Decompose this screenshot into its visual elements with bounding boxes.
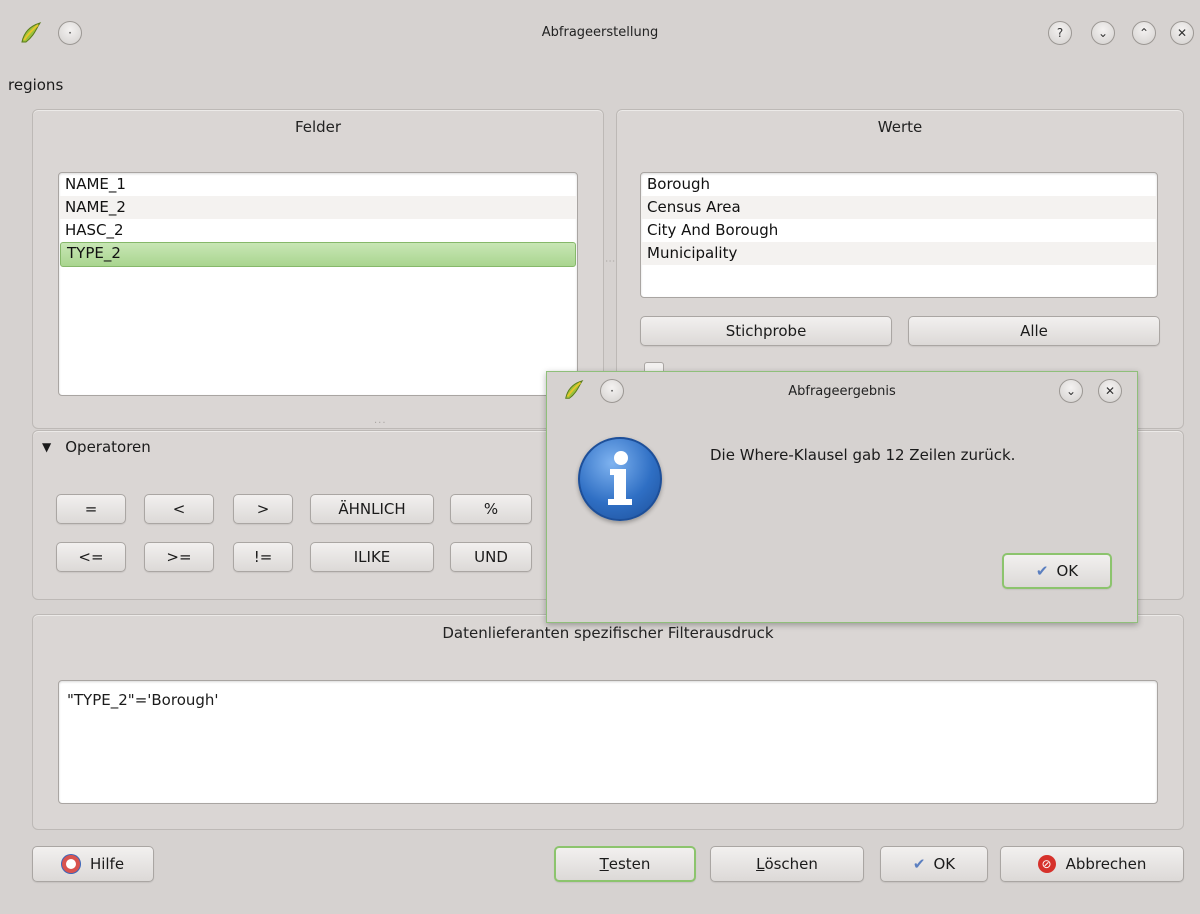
cancel-icon: ⊘	[1037, 855, 1056, 873]
list-item[interactable]: NAME_1	[59, 173, 577, 196]
list-item[interactable]: Borough	[641, 173, 1157, 196]
operator-percent-button[interactable]: %	[450, 494, 532, 524]
dialog-close-button[interactable]: ✕	[1098, 379, 1122, 403]
ok-label: OK	[933, 855, 956, 873]
cancel-button[interactable]: ⊘ Abbrechen	[1000, 846, 1184, 882]
help-lifebuoy-icon	[61, 855, 80, 873]
operator-like-button[interactable]: ÄHNLICH	[310, 494, 434, 524]
maximize-button[interactable]: ⌃	[1132, 21, 1156, 45]
operator-greater-equal-button[interactable]: >=	[144, 542, 214, 572]
help-title-button[interactable]: ?	[1048, 21, 1072, 45]
dialog-message: Die Where-Klausel gab 12 Zeilen zurück.	[710, 446, 1016, 464]
clear-button[interactable]: Löschen	[710, 846, 864, 882]
layer-name-label: regions	[8, 76, 64, 94]
list-item-selected[interactable]: TYPE_2	[60, 242, 576, 267]
operator-less-equal-button[interactable]: <=	[56, 542, 126, 572]
fields-group-title: Felder	[294, 118, 342, 136]
splitter-handle[interactable]: ⋮	[604, 256, 615, 267]
close-button[interactable]: ✕	[1170, 21, 1194, 45]
list-item[interactable]: HASC_2	[59, 219, 577, 242]
sample-button[interactable]: Stichprobe	[640, 316, 892, 346]
test-label: esten	[608, 855, 651, 873]
clear-mnemonic: L	[756, 855, 765, 873]
operators-title: Operatoren	[65, 438, 151, 456]
window-title: Abfrageerstellung	[541, 25, 659, 40]
operator-ilike-button[interactable]: ILIKE	[310, 542, 434, 572]
minimize-button[interactable]: ⌄	[1091, 21, 1115, 45]
clear-label: öschen	[764, 855, 818, 873]
dialog-minimize-button[interactable]: ⌄	[1059, 379, 1083, 403]
info-glyph-icon	[608, 451, 632, 505]
values-list[interactable]: Borough Census Area City And Borough Mun…	[640, 172, 1158, 298]
fields-list[interactable]: NAME_1 NAME_2 HASC_2 TYPE_2	[58, 172, 578, 396]
help-button[interactable]: Hilfe	[32, 846, 154, 882]
operator-and-button[interactable]: UND	[450, 542, 532, 572]
operator-less-button[interactable]: <	[144, 494, 214, 524]
info-icon	[578, 437, 662, 521]
checkmark-icon: ✔	[1035, 562, 1049, 580]
list-item[interactable]: Census Area	[641, 196, 1157, 219]
list-item[interactable]: Municipality	[641, 242, 1157, 265]
dialog-title: Abfrageergebnis	[788, 384, 896, 399]
dialog-ok-label: OK	[1056, 562, 1079, 580]
collapse-triangle-icon: ▼	[42, 440, 52, 454]
filter-expression-textarea[interactable]: "TYPE_2"='Borough'	[58, 680, 1158, 804]
operators-header[interactable]: ▼ Operatoren	[42, 438, 151, 456]
test-mnemonic: T	[599, 855, 609, 873]
list-item[interactable]: NAME_2	[59, 196, 577, 219]
list-item[interactable]: City And Borough	[641, 219, 1157, 242]
help-button-label: Hilfe	[89, 855, 125, 873]
filter-group-title: Datenlieferanten spezifischer Filterausd…	[442, 624, 774, 642]
checkmark-icon: ✔	[912, 855, 926, 873]
test-button[interactable]: Testen	[554, 846, 696, 882]
all-button[interactable]: Alle	[908, 316, 1160, 346]
splitter-handle-horizontal[interactable]: ···	[374, 418, 387, 429]
operator-not-equal-button[interactable]: !=	[233, 542, 293, 572]
operator-equals-button[interactable]: =	[56, 494, 126, 524]
ok-button[interactable]: ✔ OK	[880, 846, 988, 882]
operator-greater-button[interactable]: >	[233, 494, 293, 524]
dialog-ok-button[interactable]: ✔ OK	[1002, 553, 1112, 589]
cancel-label: Abbrechen	[1065, 855, 1147, 873]
values-group-title: Werte	[877, 118, 923, 136]
